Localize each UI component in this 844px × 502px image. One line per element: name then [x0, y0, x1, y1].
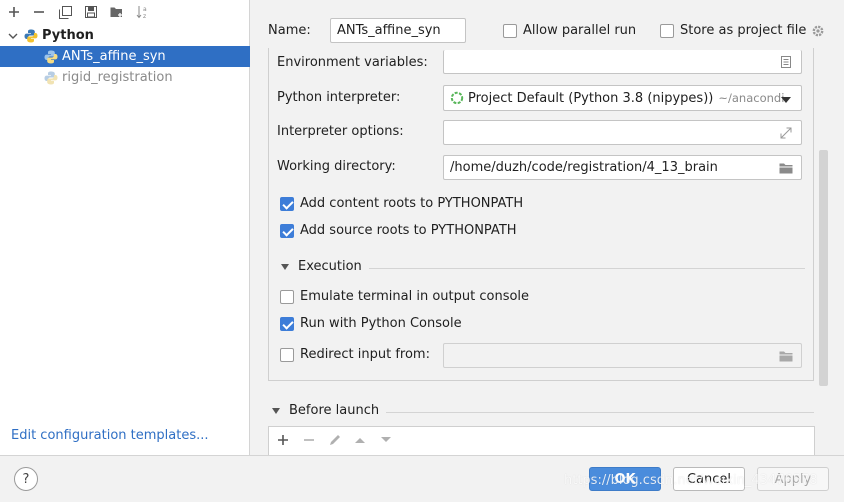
- save-icon[interactable]: [82, 3, 100, 21]
- help-button[interactable]: ?: [14, 467, 38, 491]
- chevron-down-icon[interactable]: [8, 31, 18, 41]
- redirect-input-field[interactable]: [443, 343, 802, 368]
- add-content-roots-checkbox[interactable]: [280, 197, 294, 211]
- add-content-roots-label: Add content roots to PYTHONPATH: [300, 196, 524, 211]
- name-input[interactable]: ANTs_affine_syn: [330, 18, 466, 43]
- help-icon: ?: [22, 471, 30, 487]
- document-icon[interactable]: [779, 55, 793, 69]
- tree-item-ants-affine-syn[interactable]: ANTs_affine_syn: [0, 46, 250, 67]
- folder-icon[interactable]: [779, 161, 793, 175]
- allow-parallel-label: Allow parallel run: [523, 23, 637, 38]
- working-directory-input[interactable]: /home/duzh/code/registration/4_13_brain: [443, 155, 802, 180]
- run-with-console-label: Run with Python Console: [300, 316, 462, 331]
- gear-icon[interactable]: [811, 24, 825, 38]
- python-config-icon: [44, 50, 58, 63]
- env-vars-input[interactable]: [443, 50, 802, 74]
- chevron-down-icon[interactable]: [280, 263, 290, 271]
- configuration-tree-panel: az Python ANTs_affine_syn rigid_registra…: [0, 0, 250, 456]
- store-project-file-label: Store as project file: [680, 23, 807, 38]
- tree-root-python[interactable]: Python: [0, 25, 250, 46]
- before-launch-toolbar: [268, 426, 815, 455]
- move-down-icon[interactable]: [379, 433, 393, 447]
- interpreter-options-label: Interpreter options:: [277, 124, 404, 139]
- watermark-text: https://blog.csdn.net/weixin_43476578: [564, 473, 818, 488]
- name-input-value: ANTs_affine_syn: [337, 23, 441, 38]
- execution-section-label[interactable]: Execution: [298, 259, 362, 274]
- python-interpreter-path: ~/anacondi: [718, 91, 785, 105]
- add-source-roots-label: Add source roots to PYTHONPATH: [300, 223, 517, 238]
- python-config-icon: [44, 71, 58, 84]
- minus-icon[interactable]: [30, 3, 48, 21]
- emulate-terminal-label: Emulate terminal in output console: [300, 289, 530, 304]
- redirect-input-label: Redirect input from:: [300, 347, 430, 362]
- scrollbar-thumb[interactable]: [819, 150, 828, 386]
- new-folder-icon[interactable]: [108, 3, 126, 21]
- store-project-file-checkbox[interactable]: [660, 24, 674, 38]
- python-interpreter-value: Project Default (Python 3.8 (nipypes)): [468, 90, 714, 106]
- run-with-console-checkbox[interactable]: [280, 317, 294, 331]
- python-icon: [24, 29, 38, 42]
- interpreter-options-input[interactable]: [443, 120, 802, 145]
- python-interpreter-label: Python interpreter:: [277, 90, 401, 105]
- plus-icon[interactable]: [276, 433, 290, 447]
- loading-spinner-icon: [450, 91, 464, 105]
- execution-separator: [369, 268, 805, 269]
- working-directory-label: Working directory:: [277, 159, 396, 174]
- tree-root-label: Python: [42, 28, 94, 43]
- redirect-input-checkbox[interactable]: [280, 348, 294, 362]
- python-interpreter-select[interactable]: Project Default (Python 3.8 (nipypes)) ~…: [443, 85, 802, 111]
- move-up-icon[interactable]: [353, 433, 367, 447]
- allow-parallel-checkbox[interactable]: [503, 24, 517, 38]
- edit-icon[interactable]: [327, 432, 343, 448]
- tree-item-label: rigid_registration: [62, 70, 173, 85]
- before-launch-separator: [386, 412, 814, 413]
- svg-text:z: z: [143, 13, 146, 19]
- copy-icon[interactable]: [56, 3, 74, 21]
- minus-icon[interactable]: [302, 433, 316, 447]
- emulate-terminal-checkbox[interactable]: [280, 290, 294, 304]
- expand-icon[interactable]: [779, 126, 793, 140]
- svg-text:a: a: [143, 6, 147, 13]
- sort-icon[interactable]: az: [134, 3, 152, 21]
- tree-item-rigid-registration[interactable]: rigid_registration: [0, 67, 250, 88]
- add-source-roots-checkbox[interactable]: [280, 224, 294, 238]
- dropdown-arrow-icon[interactable]: [779, 93, 793, 107]
- edit-templates-link[interactable]: Edit configuration templates...: [11, 428, 209, 443]
- name-label: Name:: [268, 23, 311, 38]
- env-vars-label: Environment variables:: [277, 55, 428, 70]
- bottom-divider: [0, 455, 844, 456]
- working-directory-value: /home/duzh/code/registration/4_13_brain: [450, 160, 718, 175]
- before-launch-label[interactable]: Before launch: [289, 403, 379, 418]
- tree-item-label: ANTs_affine_syn: [62, 49, 166, 64]
- folder-icon[interactable]: [779, 349, 793, 363]
- chevron-down-icon[interactable]: [271, 407, 281, 415]
- plus-icon[interactable]: [5, 3, 23, 21]
